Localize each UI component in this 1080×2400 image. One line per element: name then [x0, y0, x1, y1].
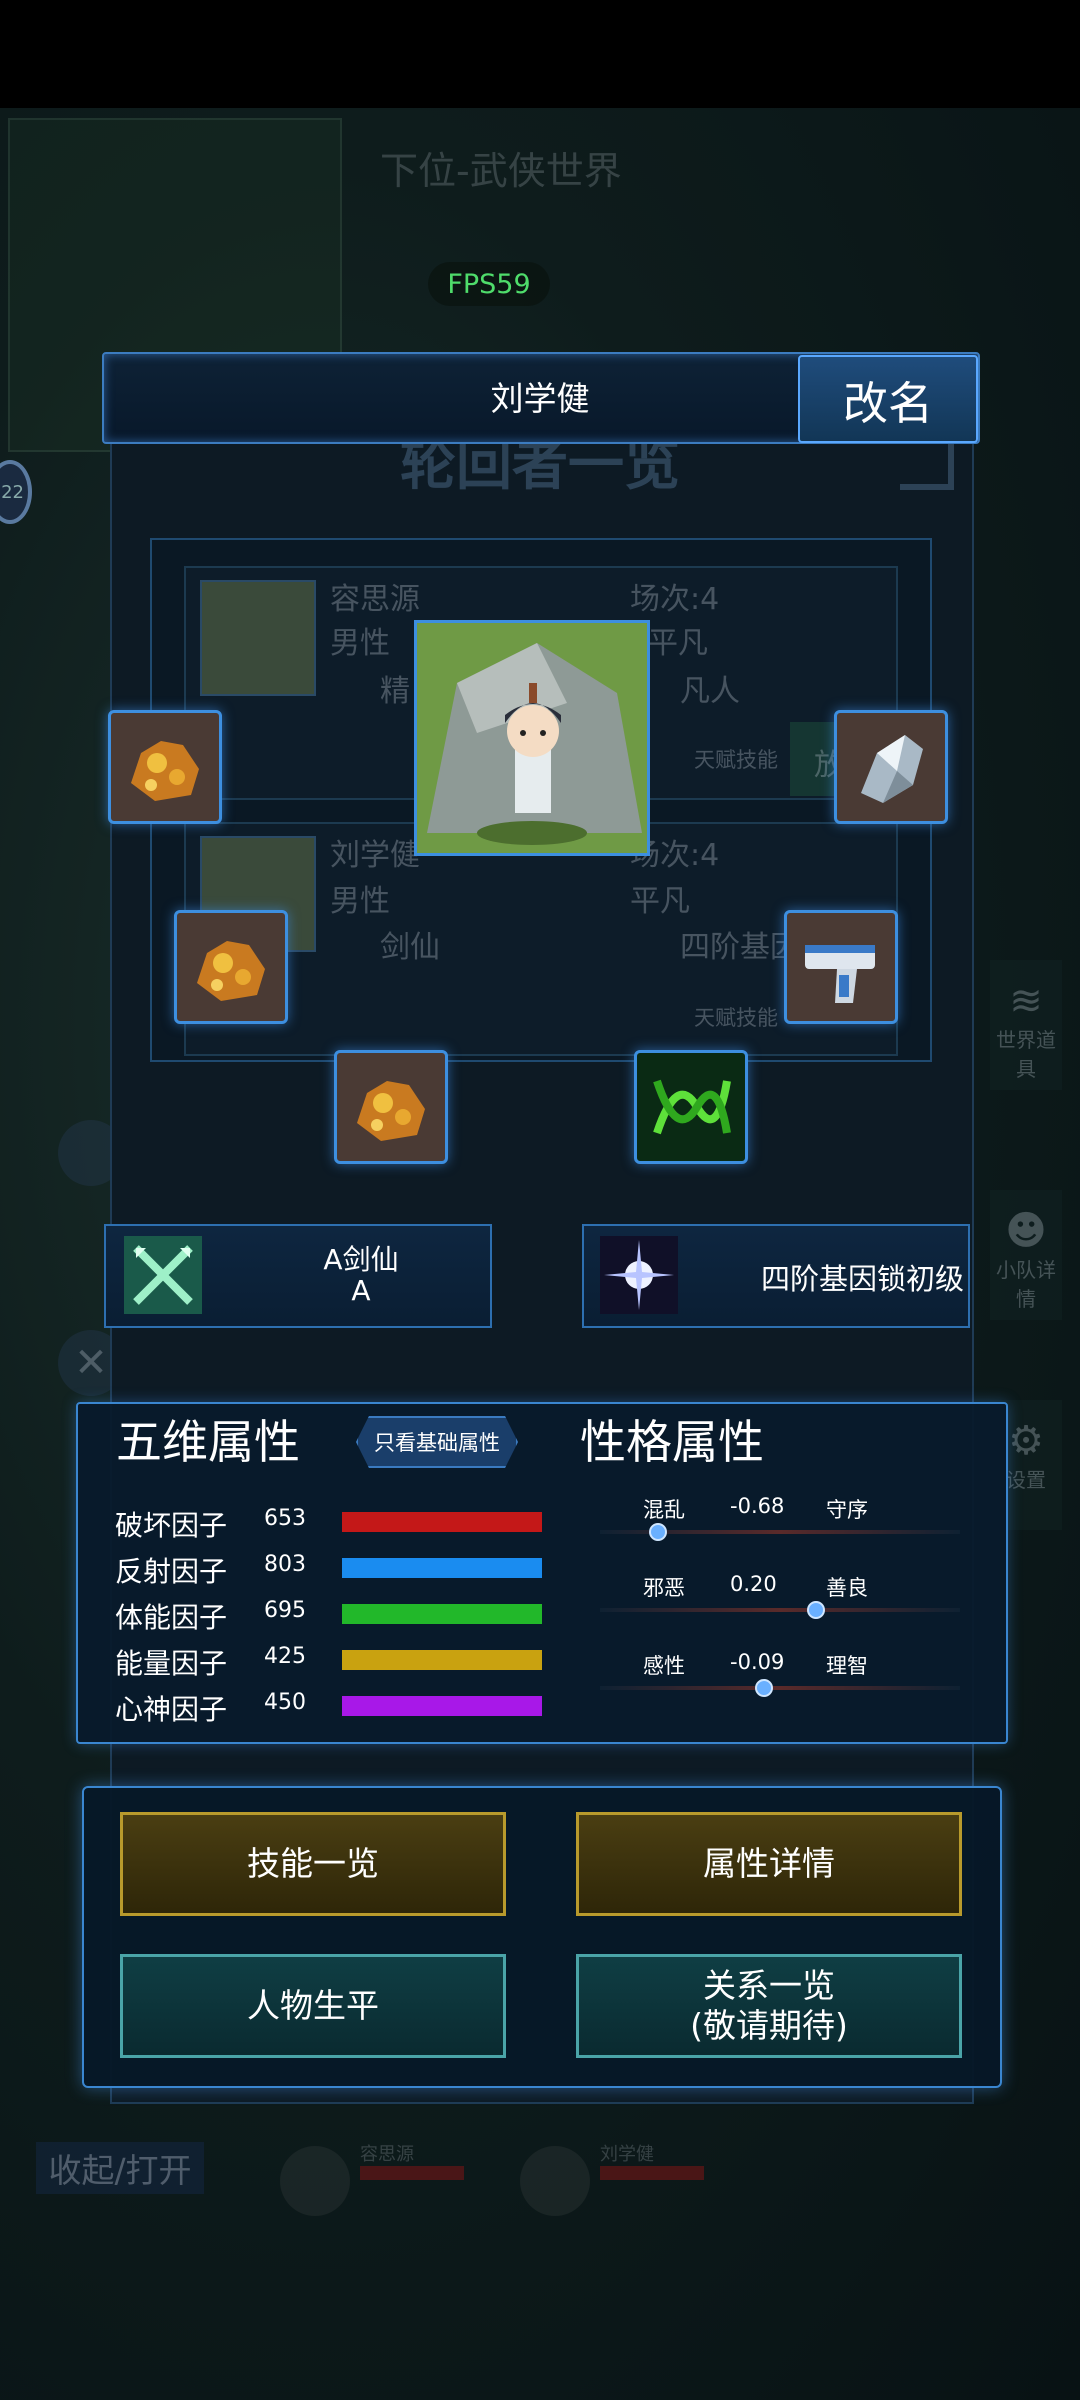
team-member-hp-bar — [600, 2166, 704, 2180]
personality-left-label: 邪恶 — [643, 1576, 685, 1600]
stat-bar — [342, 1512, 542, 1532]
biography-button[interactable]: 人物生平 — [120, 1954, 506, 2058]
equipment-slot-gold-ore[interactable] — [334, 1050, 448, 1164]
stat-label: 体能因子 — [115, 1601, 228, 1634]
star-burst-icon — [600, 1236, 678, 1314]
gold-ore-icon — [197, 941, 265, 1001]
talent-trait-grade: A — [351, 1274, 371, 1307]
skills-list-button[interactable]: 技能一览 — [120, 1812, 506, 1916]
stat-label: 心神因子 — [115, 1693, 228, 1726]
equipment-slot-silver-crystal[interactable] — [834, 710, 948, 824]
basic-attributes-filter-button[interactable]: 只看基础属性 — [356, 1416, 518, 1468]
roster-card-name: 刘学健 — [330, 838, 420, 873]
personality-right-label: 理智 — [826, 1654, 868, 1678]
world-items-label: 世界道具 — [996, 1028, 1056, 1081]
gene-lock-name: 四阶基因锁初级 — [760, 1262, 964, 1296]
roster-card-gender: 男性 — [330, 626, 390, 661]
roster-card-avatar — [200, 580, 316, 696]
relations-coming-soon: (敬请期待) — [690, 2006, 848, 2045]
personality-slider-knob — [648, 1523, 667, 1541]
team-member-avatar[interactable] — [280, 2146, 350, 2216]
personality-slider-track — [600, 1608, 960, 1612]
relations-label: 关系一览 — [703, 1966, 835, 2006]
stat-bar — [342, 1696, 542, 1716]
team-member-avatar[interactable] — [520, 2146, 590, 2216]
team-member-name: 刘学健 — [600, 2144, 654, 2165]
roster-card-talent-skill: 天赋技能 — [694, 748, 778, 772]
rename-button[interactable]: 改名 — [798, 355, 978, 443]
equipment-slot-gold-ore[interactable] — [108, 710, 222, 824]
world-title: 下位-武侠世界 — [380, 149, 622, 193]
team-icon: ☻ — [1005, 1208, 1047, 1254]
equipment-slot-gold-ore[interactable] — [174, 910, 288, 1024]
silver-crystal-icon — [861, 735, 923, 803]
relations-button[interactable]: 关系一览 (敬请期待) — [576, 1954, 962, 2058]
stat-bar — [342, 1604, 542, 1624]
talent-trait-name: A剑仙 — [323, 1243, 399, 1276]
stat-bar — [342, 1650, 542, 1670]
roster-card-rank-talent: 四阶基因 — [680, 930, 800, 965]
character-portrait — [414, 620, 650, 856]
fps-counter: FPS59 — [428, 262, 550, 306]
roster-card-gender: 男性 — [330, 884, 390, 919]
roster-card-rank-talent: 凡人 — [680, 674, 740, 709]
personality-right-label: 守序 — [826, 1498, 868, 1522]
stat-label: 能量因子 — [115, 1647, 228, 1680]
gene-lock-trait-card[interactable]: 四阶基因锁初级 — [582, 1224, 970, 1328]
stat-bar — [342, 1558, 542, 1578]
laser-pistol-icon — [805, 945, 875, 1003]
layers-icon: ≋ — [1009, 978, 1043, 1024]
personality-value: -0.68 — [730, 1494, 785, 1518]
personality-title: 性格属性 — [580, 1415, 764, 1469]
stat-label: 反射因子 — [115, 1555, 228, 1588]
talent-trait-card[interactable]: A剑仙 A — [104, 1224, 492, 1328]
team-detail-label: 小队详情 — [996, 1258, 1056, 1311]
equipment-slot-laser-pistol[interactable] — [784, 910, 898, 1024]
character-name: 刘学健 — [490, 379, 590, 418]
stat-value: 695 — [264, 1598, 306, 1623]
roster-card-talent: 精 — [380, 674, 410, 709]
roster-card-rank: 平凡 — [648, 626, 708, 661]
stat-value: 425 — [264, 1644, 306, 1669]
roster-card-name: 容思源 — [330, 582, 420, 617]
personality-left-label: 感性 — [643, 1654, 685, 1678]
roster-card-rank: 平凡 — [630, 884, 690, 919]
personality-slider-track — [600, 1686, 960, 1690]
personality-right-label: 善良 — [826, 1576, 868, 1600]
roster-card-rounds: 场次:4 — [630, 582, 720, 617]
stat-value: 450 — [264, 1690, 306, 1715]
personality-slider-knob — [807, 1601, 825, 1619]
gold-ore-icon — [131, 741, 199, 801]
attribute-detail-button[interactable]: 属性详情 — [576, 1812, 962, 1916]
crossed-swords-icon — [124, 1236, 202, 1314]
five-dim-title: 五维属性 — [116, 1415, 300, 1469]
personality-left-label: 混乱 — [643, 1498, 685, 1522]
stat-value: 803 — [264, 1552, 306, 1577]
gold-ore-icon — [357, 1081, 425, 1141]
roster-card-talent: 剑仙 — [380, 930, 440, 965]
personality-value: -0.09 — [730, 1650, 785, 1674]
personality-value: 0.20 — [730, 1572, 777, 1596]
team-member-name: 容思源 — [360, 2144, 414, 2165]
roster-card-talent-skill: 天赋技能 — [694, 1006, 778, 1030]
stat-label: 破坏因子 — [115, 1509, 228, 1542]
world-items-button[interactable]: ≋ 世界道具 — [990, 960, 1062, 1090]
equipment-slot-dna-helix[interactable] — [634, 1050, 748, 1164]
dna-helix-icon — [653, 1079, 731, 1135]
team-member-hp-bar — [360, 2166, 464, 2180]
collapse-toggle-button[interactable]: 收起/打开 — [36, 2142, 204, 2194]
personality-slider-knob — [754, 1679, 773, 1697]
team-detail-button[interactable]: ☻ 小队详情 — [990, 1190, 1062, 1320]
stat-value: 653 — [264, 1506, 306, 1531]
